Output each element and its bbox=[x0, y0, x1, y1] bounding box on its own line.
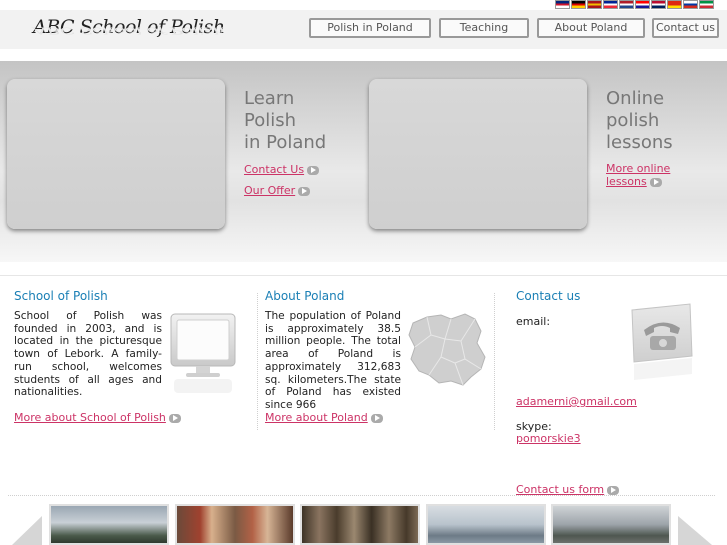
our-offer-link[interactable]: Our Offer bbox=[244, 184, 311, 197]
school-of-polish-title: School of Polish bbox=[14, 289, 108, 303]
arrow-right-icon bbox=[649, 177, 662, 187]
about-poland-title: About Poland bbox=[265, 289, 345, 303]
gallery-thumbnail[interactable] bbox=[300, 504, 420, 545]
nav-polish-in-poland[interactable]: Polish in Poland bbox=[309, 18, 431, 38]
more-about-school-label: More about School of Polish bbox=[14, 411, 166, 424]
band-left-title-line3: in Poland bbox=[244, 132, 327, 153]
gallery-prev-arrow-icon[interactable] bbox=[8, 516, 44, 545]
more-about-poland-link[interactable]: More about Poland bbox=[265, 411, 383, 424]
gallery-thumbnail[interactable] bbox=[551, 504, 671, 545]
contact-us-title: Contact us bbox=[516, 289, 581, 303]
more-online-lessons-link[interactable]: More online lessons bbox=[606, 162, 670, 188]
arrow-right-icon bbox=[168, 413, 181, 423]
band-left-title-line2: Polish bbox=[244, 110, 297, 131]
our-offer-link-label: Our Offer bbox=[244, 184, 296, 197]
column-separator bbox=[494, 293, 495, 430]
arrow-right-icon bbox=[370, 413, 383, 423]
france-flag-icon[interactable] bbox=[603, 0, 618, 9]
gallery-thumbnail[interactable] bbox=[426, 504, 546, 545]
column-separator bbox=[257, 293, 258, 430]
email-link[interactable]: adamerni@gmail.com bbox=[516, 395, 637, 408]
norway-flag-icon[interactable] bbox=[651, 0, 666, 9]
band-right-title-line1: Online bbox=[606, 88, 665, 109]
telephone-icon bbox=[631, 303, 693, 380]
section-divider bbox=[0, 275, 727, 276]
contact-us-link[interactable]: Contact Us bbox=[244, 163, 320, 176]
band-right-title: Online polish lessons bbox=[606, 88, 673, 154]
poland-map-icon bbox=[408, 313, 486, 386]
language-flags bbox=[555, 0, 714, 9]
feature-image-left bbox=[7, 79, 225, 229]
more-about-school-link[interactable]: More about School of Polish bbox=[14, 411, 181, 424]
arrow-right-icon bbox=[298, 186, 311, 196]
skype-link[interactable]: pomorskie3 bbox=[516, 432, 581, 445]
netherlands-flag-icon[interactable] bbox=[619, 0, 634, 9]
croatia-flag-icon[interactable] bbox=[635, 0, 650, 9]
more-online-lessons-line1: More online bbox=[606, 162, 671, 175]
russia-flag-icon[interactable] bbox=[683, 0, 698, 9]
italy-flag-icon[interactable] bbox=[699, 0, 714, 9]
nav-teaching[interactable]: Teaching bbox=[439, 18, 529, 38]
gallery-thumbnail[interactable] bbox=[49, 504, 169, 545]
email-label: email: bbox=[516, 315, 551, 328]
spain-flag-icon[interactable] bbox=[587, 0, 602, 9]
gallery-thumbnail[interactable] bbox=[175, 504, 295, 545]
arrow-right-icon bbox=[307, 165, 320, 175]
band-right-title-line3: lessons bbox=[606, 132, 673, 153]
germany-flag-icon[interactable] bbox=[571, 0, 586, 9]
more-online-lessons-line2: lessons bbox=[606, 175, 647, 188]
gallery-next-arrow-icon[interactable] bbox=[676, 516, 716, 545]
band-left-title-line1: Learn bbox=[244, 88, 295, 109]
school-of-polish-text: School of Polish was founded in 2003, an… bbox=[14, 310, 162, 399]
site-logo-reflection: ABC School of Polish bbox=[33, 25, 225, 36]
arrow-right-icon bbox=[607, 485, 620, 495]
gallery-divider bbox=[8, 495, 715, 496]
china-flag-icon[interactable] bbox=[667, 0, 682, 9]
more-about-poland-label: More about Poland bbox=[265, 411, 368, 424]
monitor-icon bbox=[170, 313, 236, 393]
uk-flag-icon[interactable] bbox=[555, 0, 570, 9]
nav-about-poland[interactable]: About Poland bbox=[537, 18, 645, 38]
about-poland-text: The population of Poland is approximatel… bbox=[265, 310, 401, 411]
nav-contact-us[interactable]: Contact us bbox=[652, 18, 719, 38]
contact-us-link-label: Contact Us bbox=[244, 163, 305, 176]
band-left-title: Learn Polish in Poland bbox=[244, 88, 326, 154]
band-right-title-line2: polish bbox=[606, 110, 660, 131]
feature-image-right bbox=[369, 79, 587, 229]
